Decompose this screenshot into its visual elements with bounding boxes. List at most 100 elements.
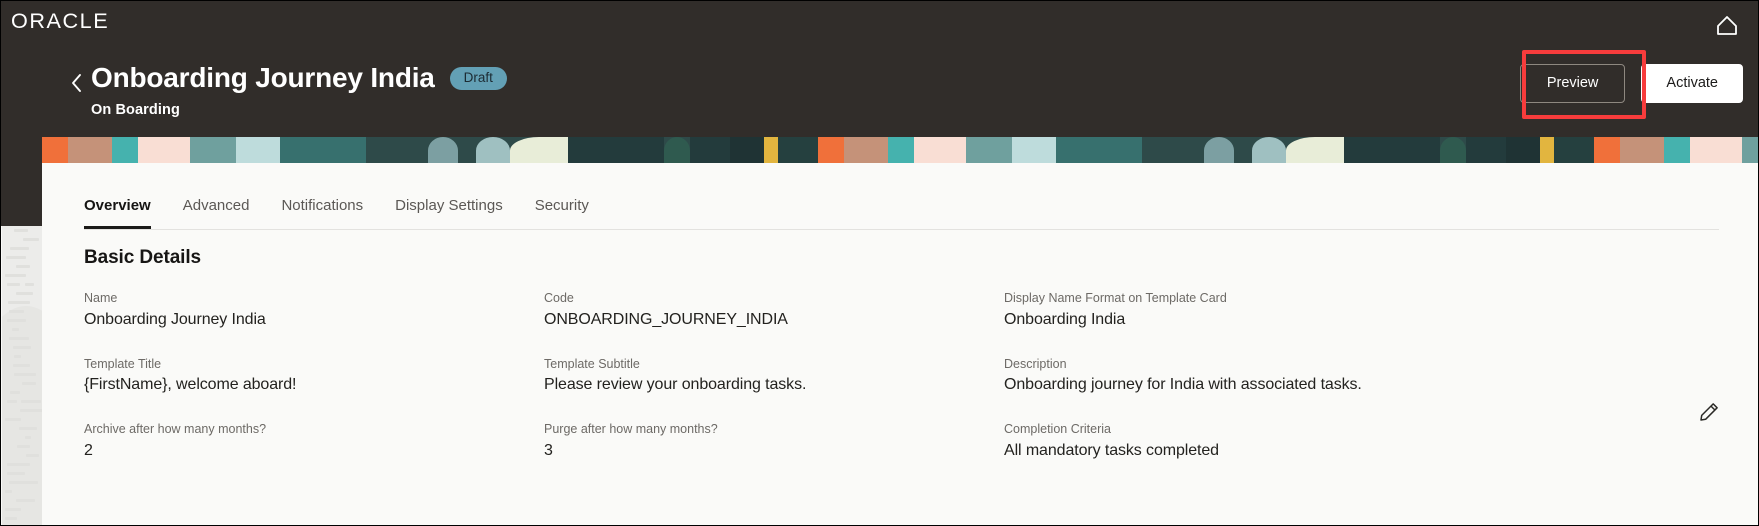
background-text-line xyxy=(16,292,33,295)
background-text-line xyxy=(13,355,22,358)
chevron-left-icon[interactable] xyxy=(69,72,85,94)
banner-segment xyxy=(1620,137,1664,164)
background-text-line xyxy=(9,391,20,394)
basic-details-fields: Name Onboarding Journey India Code ONBOARDI… xyxy=(84,291,1684,461)
banner-segment xyxy=(1344,137,1440,164)
banner-segment xyxy=(1554,137,1594,164)
banner-segment xyxy=(366,137,428,164)
background-text-line xyxy=(23,238,39,241)
background-text-line xyxy=(25,283,35,286)
field-value: Onboarding Journey India xyxy=(84,310,266,328)
background-text-line xyxy=(13,229,28,232)
background-text-line xyxy=(7,319,26,322)
field-label: Purge after how many months? xyxy=(544,422,718,437)
field-value: {FirstName}, welcome aboard! xyxy=(84,376,297,394)
activate-button[interactable]: Activate xyxy=(1641,64,1743,103)
background-text-line xyxy=(10,247,29,250)
field-group: Name Onboarding Journey India xyxy=(84,291,544,330)
background-text-line xyxy=(25,454,40,457)
field-group: Template Title {FirstName}, welcome aboar… xyxy=(84,357,544,396)
field-label: Completion Criteria xyxy=(1004,422,1111,437)
title-block: Onboarding Journey India Draft On Boardi… xyxy=(72,62,507,118)
banner-segment xyxy=(1204,137,1234,164)
banner-segment xyxy=(280,137,366,164)
pencil-icon[interactable] xyxy=(1698,401,1720,423)
banner-segment xyxy=(1286,137,1344,164)
background-text-line xyxy=(6,463,26,466)
status-badge: Draft xyxy=(449,67,507,90)
field-label: Name xyxy=(84,291,118,305)
application-window: ORACLE Onboarding Journey India Draft On… xyxy=(0,0,1759,526)
background-text-line xyxy=(5,517,18,520)
banner-segment xyxy=(966,137,1012,164)
preview-button[interactable]: Preview xyxy=(1519,64,1626,103)
field-label: Template Subtitle xyxy=(544,356,640,371)
banner-segment xyxy=(1142,137,1204,164)
banner-segment xyxy=(1056,137,1142,164)
background-text-line xyxy=(18,346,27,349)
field-value: ONBOARDING_JOURNEY_INDIA xyxy=(544,310,788,328)
banner-segment xyxy=(68,137,112,164)
background-text-line xyxy=(7,472,25,475)
background-text-line xyxy=(15,499,36,502)
page-subtitle: On Boarding xyxy=(91,101,180,118)
tab-security[interactable]: Security xyxy=(535,197,589,229)
decorative-illustration-strip xyxy=(42,137,1758,164)
banner-segment xyxy=(1664,137,1690,164)
tab-notifications[interactable]: Notifications xyxy=(281,197,363,229)
field-group: Archive after how many months? 2 xyxy=(84,422,544,461)
banner-segment xyxy=(730,137,764,164)
background-text-line xyxy=(9,310,24,313)
background-text-line xyxy=(19,427,37,430)
field-group: Description Onboarding journey for India … xyxy=(1004,357,1704,396)
banner-segment xyxy=(568,137,664,164)
tab-display-settings[interactable]: Display Settings xyxy=(395,197,503,229)
tab-overview[interactable]: Overview xyxy=(84,197,151,229)
banner-segment xyxy=(1690,137,1742,164)
field-group: Template Subtitle Please review your onbo… xyxy=(544,357,1004,396)
background-text-line xyxy=(20,400,41,403)
field-label: Code xyxy=(544,291,574,305)
page-title: Onboarding Journey India xyxy=(91,62,435,93)
background-text-line xyxy=(6,283,20,286)
banner-segment xyxy=(888,137,914,164)
background-text-line xyxy=(7,301,30,304)
background-text-line xyxy=(5,274,27,277)
background-text-line xyxy=(13,373,28,376)
tab-bar: Overview Advanced Notifications Display Set… xyxy=(84,197,1719,230)
background-text-line xyxy=(9,256,26,259)
background-text-line xyxy=(4,490,13,493)
field-label: Description xyxy=(1004,356,1067,371)
background-page-strip xyxy=(2,196,42,525)
background-text-line xyxy=(11,328,19,331)
banner-segment xyxy=(476,137,510,164)
tab-advanced[interactable]: Advanced xyxy=(183,197,250,229)
home-icon[interactable] xyxy=(1712,9,1742,39)
background-text-line xyxy=(20,409,37,412)
background-text-line xyxy=(16,265,31,268)
banner-segment xyxy=(190,137,236,164)
background-text-line xyxy=(9,481,29,484)
banner-segment xyxy=(428,137,458,164)
background-text-line xyxy=(6,400,18,403)
banner-segment xyxy=(42,137,68,164)
banner-segment xyxy=(458,137,476,164)
banner-segment xyxy=(1594,137,1620,164)
banner-segment xyxy=(236,137,280,164)
banner-segment xyxy=(844,137,888,164)
header-actions: Preview Activate xyxy=(1519,64,1743,103)
background-text-line xyxy=(11,418,22,421)
banner-segment xyxy=(914,137,966,164)
banner-segment xyxy=(510,137,568,164)
content-card: Overview Advanced Notifications Display Set… xyxy=(42,163,1758,525)
banner-segment xyxy=(690,137,730,164)
background-text-line xyxy=(25,436,32,439)
banner-segment xyxy=(1252,137,1286,164)
field-group: Code ONBOARDING_JOURNEY_INDIA xyxy=(544,291,1004,330)
banner-segment xyxy=(1440,137,1466,164)
banner-segment xyxy=(1466,137,1506,164)
field-value: Please review your onboarding tasks. xyxy=(544,376,807,394)
banner-segment xyxy=(1234,137,1252,164)
banner-segment xyxy=(818,137,844,164)
field-group: Purge after how many months? 3 xyxy=(544,422,1004,461)
